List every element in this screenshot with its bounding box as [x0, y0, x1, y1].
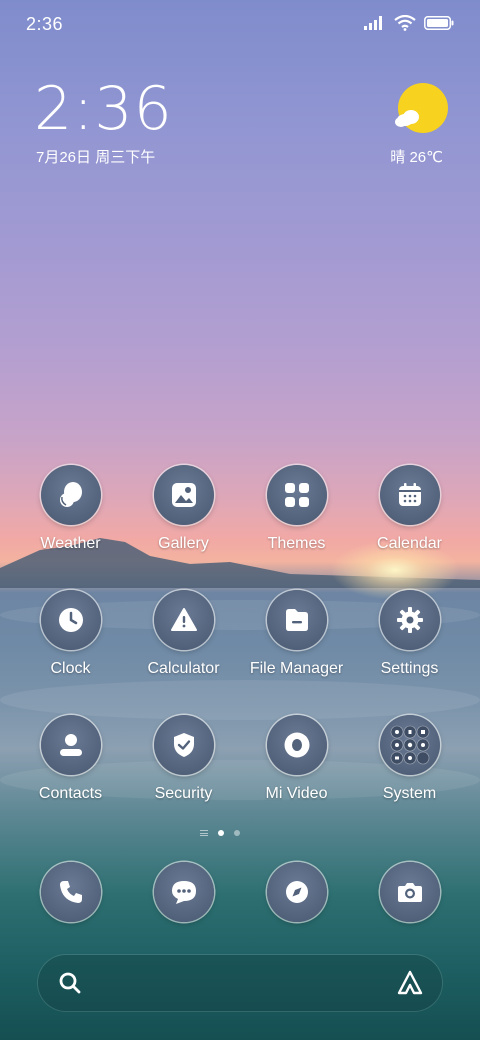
app-gallery[interactable]: Gallery — [127, 465, 240, 553]
search-bar[interactable] — [38, 955, 442, 1011]
app-label: Themes — [267, 535, 326, 552]
app-label: Calendar — [377, 535, 442, 552]
dock-phone[interactable] — [14, 862, 127, 922]
assistant-icon[interactable] — [396, 969, 424, 997]
contacts-icon — [59, 734, 82, 756]
app-weather[interactable]: Weather — [14, 465, 127, 553]
clock-widget-time[interactable]: 2:36 — [34, 74, 173, 144]
settings-icon — [396, 607, 423, 633]
app-label: Contacts — [38, 785, 103, 802]
mi-video-icon — [284, 732, 309, 758]
gallery-icon — [171, 483, 196, 507]
app-label: System — [382, 785, 437, 802]
weather-widget-text: 晴 26℃ — [390, 149, 443, 166]
status-time: 2:36 — [26, 14, 64, 34]
app-calendar[interactable]: Calendar — [353, 465, 466, 553]
folder-system[interactable]: System — [353, 715, 466, 803]
system-folder-icon — [390, 725, 429, 765]
app-calculator[interactable]: Calculator — [127, 590, 240, 678]
camera-icon — [397, 883, 422, 902]
app-label: Mi Video — [265, 785, 328, 802]
dock-camera[interactable] — [353, 862, 466, 922]
phone-icon — [59, 881, 82, 903]
app-settings[interactable]: Settings — [353, 590, 466, 678]
weather-icon — [59, 482, 82, 507]
app-mi-video[interactable]: Mi Video — [240, 715, 353, 803]
app-label: Weather — [40, 535, 101, 552]
app-contacts[interactable]: Contacts — [14, 715, 127, 803]
security-icon — [173, 733, 194, 757]
clock-icon — [58, 608, 83, 632]
clock-widget-date: 7月26日 周三下午 — [36, 149, 156, 166]
app-label: File Manager — [249, 660, 344, 677]
page-dot — [234, 830, 240, 836]
app-label: Calculator — [147, 660, 220, 677]
app-file-manager[interactable]: File Manager — [240, 590, 353, 678]
app-label: Settings — [380, 660, 439, 677]
status-icons — [364, 15, 454, 31]
status-bar: 2:36 — [0, 0, 480, 50]
app-security[interactable]: Security — [127, 715, 240, 803]
wifi-icon — [394, 15, 416, 31]
battery-icon — [424, 16, 454, 30]
calculator-icon — [170, 608, 197, 631]
search-icon[interactable] — [58, 971, 82, 995]
dock-browser[interactable] — [240, 862, 353, 922]
page-dot-active — [218, 830, 224, 836]
home-screen: 2:36 2:36 7月26日 周三下午 晴 26℃ Weather Galle… — [0, 0, 480, 1040]
feed-page-indicator-icon — [200, 830, 208, 836]
app-label: Gallery — [158, 535, 209, 552]
calendar-icon — [398, 483, 421, 506]
dock-messages[interactable] — [127, 862, 240, 922]
app-label: Security — [154, 785, 213, 802]
app-label: Clock — [50, 660, 91, 677]
weather-widget[interactable] — [390, 82, 450, 143]
app-themes[interactable]: Themes — [240, 465, 353, 553]
page-indicator[interactable] — [200, 830, 240, 836]
browser-icon — [285, 881, 308, 903]
signal-icon — [364, 16, 382, 30]
messages-icon — [171, 881, 196, 904]
sunny-partly-cloudy-icon — [395, 83, 448, 133]
themes-icon — [284, 483, 309, 507]
app-clock[interactable]: Clock — [14, 590, 127, 678]
file-manager-icon — [285, 609, 308, 631]
